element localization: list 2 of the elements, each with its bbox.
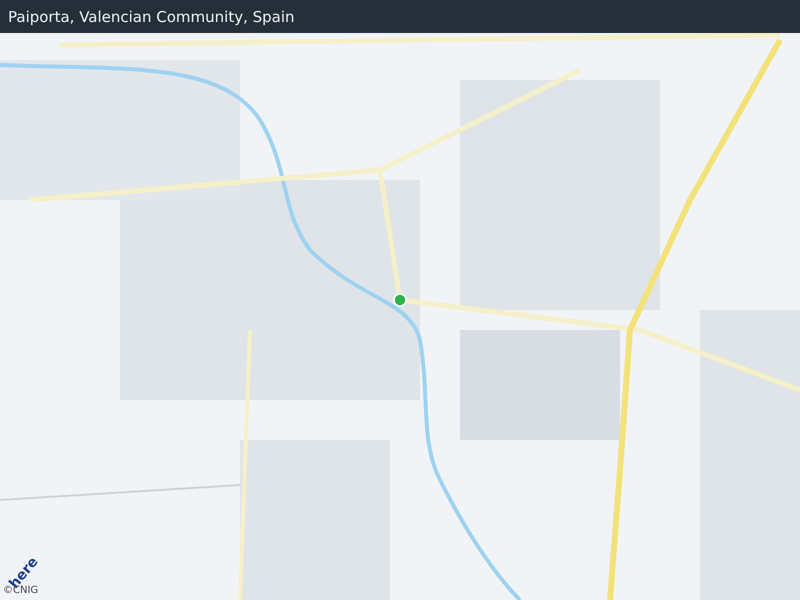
location-title: Paiporta, Valencian Community, Spain (8, 8, 295, 26)
map-attribution: ©CNIG (3, 586, 38, 596)
